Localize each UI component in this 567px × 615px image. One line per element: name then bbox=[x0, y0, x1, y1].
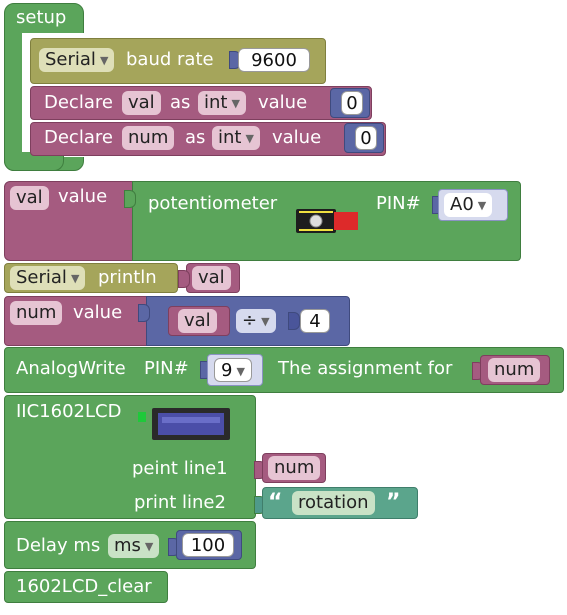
divide-right-socket bbox=[288, 312, 300, 330]
baud-rate-input[interactable]: 9600 bbox=[238, 48, 310, 72]
val-assign-value-label: value bbox=[58, 186, 108, 207]
dropdown-arrow-icon: ▼ bbox=[477, 199, 487, 212]
declare-val-type[interactable]: int ▼ bbox=[198, 91, 246, 115]
dropdown-arrow-icon: ▼ bbox=[99, 54, 109, 67]
divide-left-var[interactable]: val bbox=[178, 309, 217, 333]
num-assign-var[interactable]: num bbox=[10, 301, 63, 325]
dropdown-arrow-icon: ▼ bbox=[144, 540, 154, 553]
dropdown-arrow-icon: ▼ bbox=[231, 97, 240, 110]
lcd-line1-label: peint line1 bbox=[132, 458, 228, 479]
declare-val-label: Declare bbox=[44, 92, 113, 113]
declare-num-as: as bbox=[185, 127, 206, 148]
divide-socket bbox=[138, 304, 150, 322]
dropdown-arrow-icon: ▼ bbox=[236, 365, 245, 378]
divide-right-input[interactable]: 4 bbox=[300, 309, 330, 333]
value-socket bbox=[124, 190, 136, 208]
declare-val-as: as bbox=[170, 92, 191, 113]
operator-label: ÷ bbox=[242, 310, 258, 331]
dropdown-arrow-icon: ▼ bbox=[70, 272, 80, 285]
println-serial-dropdown[interactable]: Serial ▼ bbox=[10, 266, 86, 290]
pin-a0-label: A0 bbox=[450, 194, 474, 215]
delay-unit-dropdown[interactable]: ms ▼ bbox=[108, 534, 160, 558]
println-label: println bbox=[98, 267, 157, 288]
potentiometer-pin-label: PIN# bbox=[376, 193, 421, 214]
analogwrite-pin-dropdown[interactable]: 9 ▼ bbox=[214, 358, 252, 382]
serial-dropdown-label: Serial bbox=[45, 49, 96, 70]
println-serial-label: Serial bbox=[16, 267, 67, 288]
lcd-clear-label: 1602LCD_clear bbox=[16, 576, 152, 597]
declare-val-value-input[interactable]: 0 bbox=[341, 91, 363, 115]
declare-val-type-label: int bbox=[204, 92, 228, 113]
declare-num-value-label: value bbox=[272, 127, 322, 148]
lcd-line2-text[interactable]: rotation bbox=[292, 491, 375, 515]
lcd-line2-label: print line2 bbox=[134, 492, 226, 513]
operator-dropdown[interactable]: ÷ ▼ bbox=[236, 309, 276, 333]
serial-dropdown[interactable]: Serial ▼ bbox=[39, 48, 115, 72]
analogwrite-label: AnalogWrite bbox=[16, 358, 126, 379]
declare-val-value-label: value bbox=[258, 92, 308, 113]
declare-num-label: Declare bbox=[44, 127, 113, 148]
println-var[interactable]: val bbox=[192, 266, 231, 290]
lcd-line1-var[interactable]: num bbox=[268, 456, 321, 480]
dropdown-arrow-icon: ▼ bbox=[261, 315, 270, 328]
num-assign-value-label: value bbox=[73, 302, 123, 323]
assignment-label: The assignment for bbox=[278, 358, 453, 379]
baud-rate-label: baud rate bbox=[126, 49, 214, 70]
pin-a0-dropdown[interactable]: A0 ▼ bbox=[444, 193, 493, 217]
lcd-1602-module-icon bbox=[138, 406, 230, 440]
assignment-var[interactable]: num bbox=[488, 358, 541, 382]
delay-unit-label: ms bbox=[114, 535, 141, 556]
quote-open-icon: “ bbox=[268, 490, 283, 515]
delay-label: Delay ms bbox=[16, 535, 101, 556]
declare-num-type[interactable]: int ▼ bbox=[212, 126, 260, 150]
potentiometer-module-icon bbox=[296, 207, 360, 235]
quote-close-icon: ” bbox=[386, 490, 401, 515]
declare-num-value-input[interactable]: 0 bbox=[355, 126, 377, 150]
declare-num-name[interactable]: num bbox=[122, 126, 175, 150]
println-socket bbox=[178, 270, 190, 288]
val-assign-var[interactable]: val bbox=[10, 186, 49, 210]
dropdown-arrow-icon: ▼ bbox=[245, 132, 254, 145]
setup-title: setup bbox=[16, 7, 67, 28]
potentiometer-label: potentiometer bbox=[148, 193, 278, 214]
declare-num-type-label: int bbox=[218, 127, 242, 148]
declare-val-name[interactable]: val bbox=[122, 91, 161, 115]
analogwrite-pin-label: PIN# bbox=[144, 358, 189, 379]
lcd-title: IIC1602LCD bbox=[16, 401, 122, 422]
delay-value-input[interactable]: 100 bbox=[182, 533, 234, 557]
analogwrite-pin-value: 9 bbox=[221, 360, 233, 381]
